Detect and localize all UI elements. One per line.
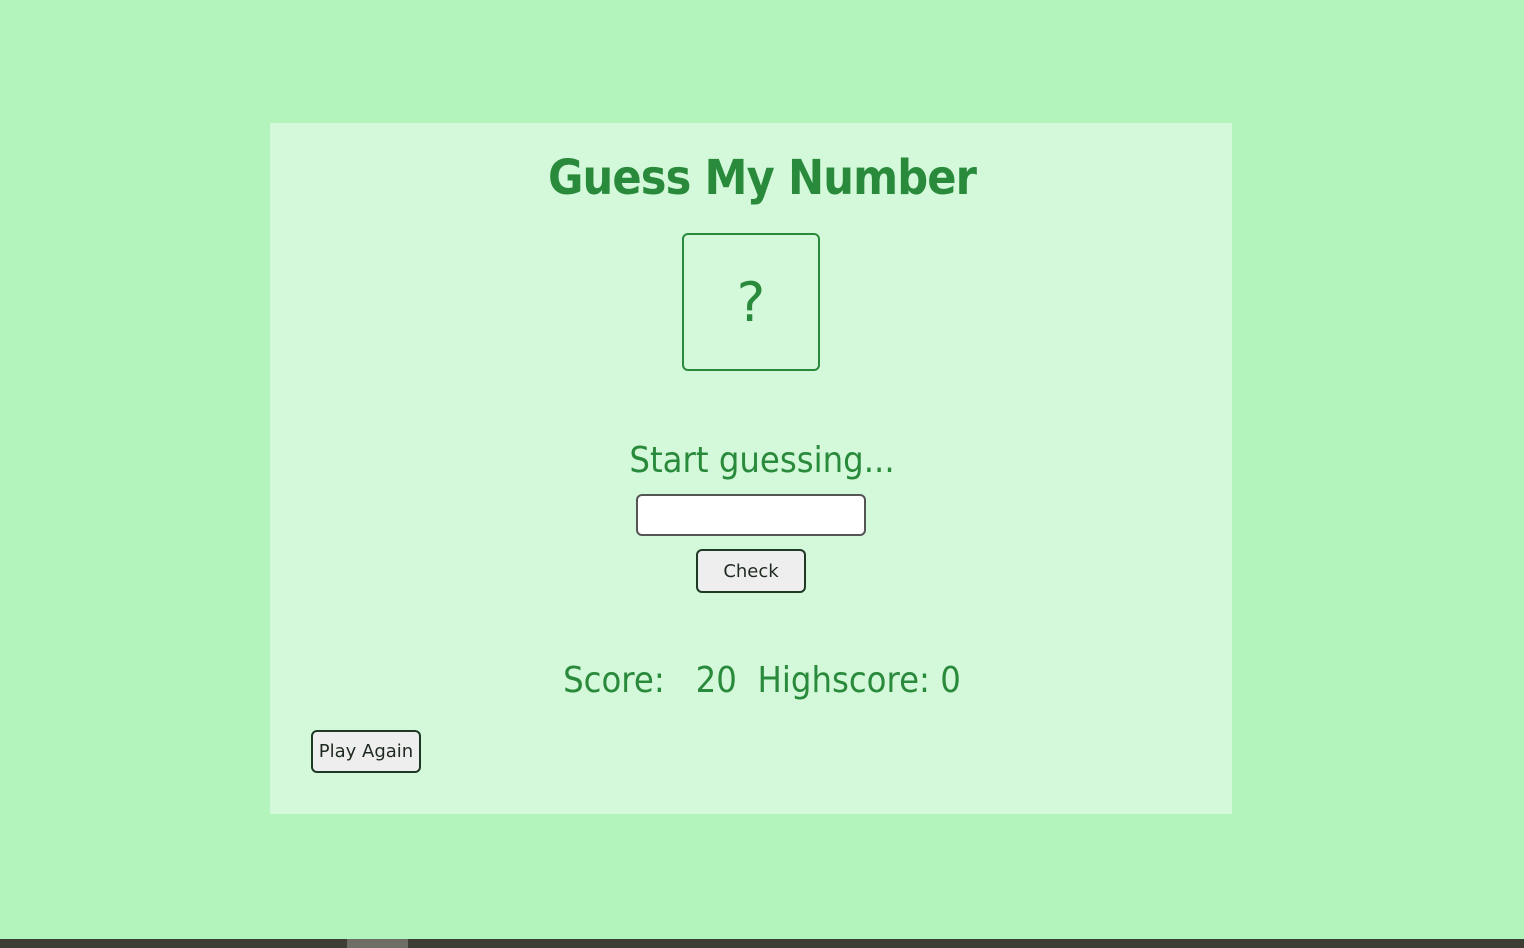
- highscore-label: Highscore:: [757, 660, 930, 701]
- scrollbar-thumb[interactable]: [347, 939, 408, 948]
- guess-input[interactable]: [636, 494, 866, 536]
- score-bar: Score: 20 Highscore: 0: [76, 660, 1448, 701]
- status-message: Start guessing...: [629, 440, 895, 481]
- page-title: Guess My Number: [547, 150, 977, 206]
- score-value: 20: [695, 660, 737, 701]
- secret-number: ?: [736, 270, 766, 334]
- check-button[interactable]: Check: [696, 549, 806, 593]
- score-label: Score:: [563, 660, 665, 701]
- play-again-button[interactable]: Play Again: [311, 730, 421, 773]
- secret-number-box: ?: [682, 233, 820, 371]
- highscore-value: 0: [940, 660, 961, 701]
- horizontal-scrollbar[interactable]: [0, 939, 1524, 948]
